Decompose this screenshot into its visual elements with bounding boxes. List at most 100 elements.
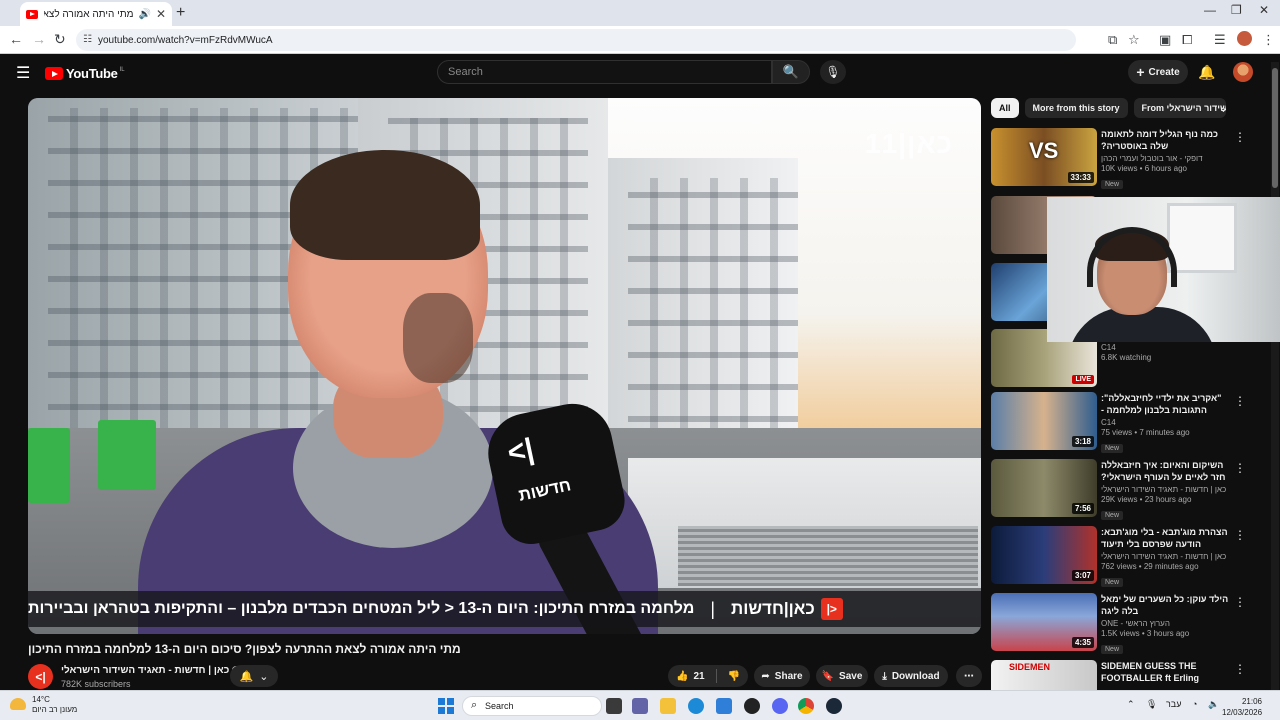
save-button[interactable]: 🔖 Save <box>816 665 868 687</box>
youtube-logo[interactable]: YouTube IL <box>45 66 125 81</box>
taskbar-search-label: Search <box>485 701 514 711</box>
channel-avatar[interactable]: <| <box>28 664 53 689</box>
forward-icon[interactable]: → <box>32 31 46 47</box>
lower-third-brand: כאן|חדשות <box>731 599 815 618</box>
rec-title[interactable]: "אקריב את ילדיי לחיזבאללה": התגובות בלבנ… <box>1101 392 1231 416</box>
more-vertical-icon[interactable]: ⋮ <box>1234 595 1246 609</box>
more-vertical-icon[interactable]: ⋮ <box>1234 130 1246 144</box>
weather-icon[interactable] <box>10 698 26 710</box>
rec-channel[interactable]: C14 <box>1101 418 1231 427</box>
share-button[interactable]: ➦ Share <box>754 665 810 687</box>
search-input[interactable]: Search <box>437 60 772 84</box>
rec-title[interactable]: השיקום והאיום: איך חיזבאללה חזר לאיים על… <box>1101 459 1231 483</box>
more-actions-button[interactable]: ⋯ <box>956 665 982 687</box>
video-thumbnail[interactable]: 3:07 <box>991 526 1097 584</box>
speaker-icon[interactable]: 🔊 <box>138 9 150 20</box>
rec-channel[interactable]: כאן | חדשות - תאגיד השידור הישראלי <box>1101 552 1231 561</box>
recommended-video[interactable]: 4:35 הילד עוקן: כל השערים של ימאל בלה לי… <box>991 593 1251 654</box>
rec-meta: כמה נוף הגליל דומה לתאומה שלה באוסטריה? … <box>1101 128 1231 191</box>
minimize-button[interactable]: — <box>1204 3 1216 17</box>
tab-close-icon[interactable]: ✕ <box>156 7 166 21</box>
chip-from-channel[interactable]: From השידור הישראלי <box>1133 98 1226 118</box>
channel-name[interactable]: כאן | חדשות - תאגיד השידור הישראלי <box>61 665 229 676</box>
rec-title[interactable]: הצהרת מוג'תבא - בלי מוג'תבא: הודעה שפרסם… <box>1101 526 1231 550</box>
weather-widget[interactable]: 14°C מעונן רב היום <box>32 695 77 715</box>
chevron-right-icon[interactable]: › <box>1222 102 1226 116</box>
restore-button[interactable]: ❐ <box>1231 3 1242 17</box>
browser-tab[interactable]: מתי היתה אמורה לצאת הה 🔊 ✕ <box>20 2 172 26</box>
download-button[interactable]: ⤓ Download <box>874 665 948 687</box>
extension-icon[interactable]: ▣ <box>1159 32 1171 48</box>
recommended-video[interactable]: 3:07 הצהרת מוג'תבא - בלי מוג'תבא: הודעה … <box>991 526 1251 589</box>
scrollbar-thumb[interactable] <box>1272 68 1278 188</box>
reload-icon[interactable]: ↻ <box>54 31 66 48</box>
chrome-icon[interactable] <box>798 698 814 714</box>
search-button[interactable]: 🔍 <box>772 60 810 84</box>
account-avatar[interactable] <box>1233 62 1253 82</box>
tray-chevron-icon[interactable]: ⌃ <box>1127 699 1135 710</box>
task-view-icon[interactable] <box>606 698 622 714</box>
duration-badge: 7:56 <box>1071 503 1094 514</box>
tab-search-icon[interactable]: ☰ <box>1214 32 1226 48</box>
wifi-icon[interactable]: ◔ <box>1192 699 1197 709</box>
rec-channel[interactable]: C14 <box>1101 343 1231 352</box>
chip-more-from-story[interactable]: More from this story <box>1024 98 1128 118</box>
lower-third-divider: | <box>710 598 716 619</box>
more-vertical-icon[interactable]: ⋮ <box>1234 394 1246 408</box>
hamburger-menu-icon[interactable]: ☰ <box>16 63 30 83</box>
extensions-puzzle-icon[interactable]: ⧠ <box>1182 32 1192 48</box>
channel-name-row[interactable]: כאן | חדשות - תאגיד השידור הישראלי <box>61 665 241 676</box>
new-tab-button[interactable]: + <box>176 4 185 22</box>
rec-channel[interactable]: ONE - הערוץ הראשי <box>1101 619 1231 628</box>
url-field[interactable]: ☷ youtube.com/watch?v=mFzRdvMWucA <box>76 29 1076 51</box>
app-icon[interactable] <box>744 698 760 714</box>
rec-channel[interactable]: דופקי - אור בוטבול ועמרי הכהן <box>1101 154 1231 163</box>
store-icon[interactable] <box>716 698 732 714</box>
bookmark-star-icon[interactable]: ☆ <box>1128 32 1140 48</box>
steam-icon[interactable] <box>826 698 842 714</box>
dislike-button[interactable]: 👎 <box>728 671 740 682</box>
weather-temp: 14°C <box>32 695 50 704</box>
language-indicator[interactable]: עבר <box>1166 699 1181 709</box>
site-info-icon[interactable]: ☷ <box>83 34 92 45</box>
edge-icon[interactable] <box>688 698 704 714</box>
browser-profile-avatar[interactable] <box>1237 31 1252 46</box>
voice-search-button[interactable]: 🎙 <box>820 60 846 84</box>
volume-icon[interactable]: 🔈 <box>1208 699 1219 710</box>
notifications-bell-icon[interactable]: 🔔 <box>1198 64 1215 81</box>
video-thumbnail[interactable]: VS 33:33 <box>991 128 1097 186</box>
more-vertical-icon[interactable]: ⋮ <box>1234 662 1246 676</box>
taskbar-search[interactable]: ⌕ Search <box>462 696 602 716</box>
tray-mic-icon[interactable]: 🎙 <box>1146 699 1157 710</box>
like-button[interactable]: 👍 21 <box>676 671 705 682</box>
recommended-video[interactable]: VS 33:33 כמה נוף הגליל דומה לתאומה שלה ב… <box>991 128 1251 191</box>
rec-title[interactable]: הילד עוקן: כל השערים של ימאל בלה ליגה <box>1101 593 1231 617</box>
windows-start-icon[interactable] <box>438 698 454 714</box>
rec-title[interactable]: כמה נוף הגליל דומה לתאומה שלה באוסטריה? <box>1101 128 1231 152</box>
rec-channel[interactable]: כאן | חדשות - תאגיד השידור הישראלי <box>1101 485 1231 494</box>
system-clock[interactable]: 21:06 12/03/2026 <box>1222 696 1262 718</box>
browser-menu-icon[interactable]: ⋮ <box>1262 32 1275 48</box>
video-player[interactable]: <| חדשות כאן|11 <| כאן|חדשות | מלחמה במז… <box>28 98 981 634</box>
video-thumbnail[interactable]: 3:18 <box>991 392 1097 450</box>
cast-icon[interactable]: ⧉ <box>1108 32 1117 48</box>
recommended-video[interactable]: 3:18 "אקריב את ילדיי לחיזבאללה": התגובות… <box>991 392 1251 453</box>
rec-title[interactable]: SIDEMEN GUESS THE FOOTBALLER ft Erling H… <box>1101 660 1231 684</box>
video-thumbnail[interactable]: 7:56 <box>991 459 1097 517</box>
back-icon[interactable]: ← <box>9 31 23 47</box>
bell-icon: 🔔 <box>239 670 254 683</box>
teams-icon[interactable] <box>632 698 648 714</box>
video-thumbnail[interactable]: SIDEMEN <box>991 660 1097 690</box>
chip-all[interactable]: All <box>991 98 1019 118</box>
close-window-button[interactable]: ✕ <box>1259 3 1269 17</box>
more-vertical-icon[interactable]: ⋮ <box>1234 461 1246 475</box>
discord-icon[interactable] <box>772 698 788 714</box>
create-button[interactable]: + Create <box>1128 60 1188 84</box>
recommended-video[interactable]: 7:56 השיקום והאיום: איך חיזבאללה חזר לאי… <box>991 459 1251 520</box>
subscription-bell-button[interactable]: 🔔 ⌄ <box>230 665 278 687</box>
file-explorer-icon[interactable] <box>660 698 676 714</box>
rec-meta: הצהרת מוג'תבא - בלי מוג'תבא: הודעה שפרסם… <box>1101 526 1231 589</box>
recommended-video[interactable]: SIDEMEN SIDEMEN GUESS THE FOOTBALLER ft … <box>991 660 1251 690</box>
more-vertical-icon[interactable]: ⋮ <box>1234 528 1246 542</box>
video-thumbnail[interactable]: 4:35 <box>991 593 1097 651</box>
